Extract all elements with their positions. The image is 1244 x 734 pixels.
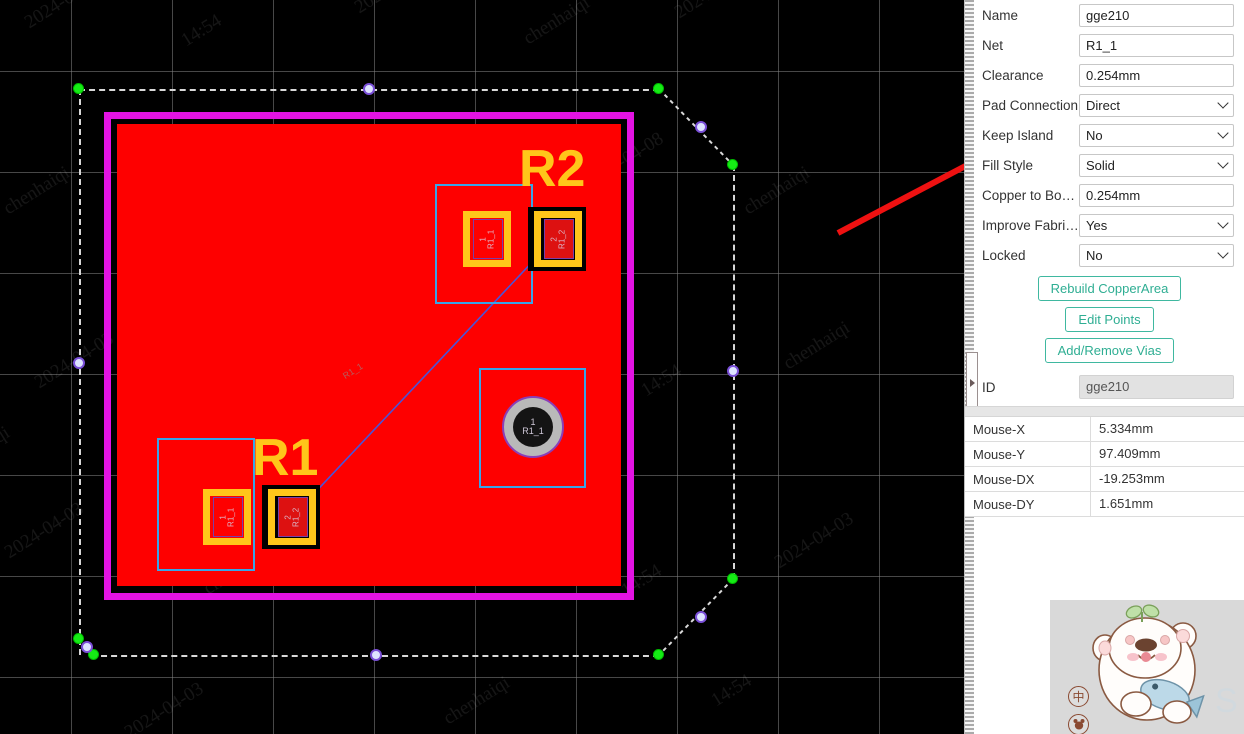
property-label: Name	[982, 7, 1019, 23]
id-row: ID gge210	[974, 371, 1244, 403]
property-label: Locked	[982, 247, 1026, 263]
mouse-info-section: Mouse-X 5.334mm Mouse-Y 97.409mm Mouse-D…	[965, 406, 1244, 517]
property-label: Clearance	[982, 67, 1044, 83]
property-label: Keep Island	[982, 127, 1054, 143]
mouse-x-value: 5.334mm	[1090, 417, 1244, 441]
property-row-locked: Locked No	[974, 240, 1244, 270]
pad-r2-1-label: 1 R1_1	[478, 229, 496, 249]
via-pad-label: 1 R1_1	[513, 407, 553, 447]
pad-r1-2-label: 2 R1_2	[283, 507, 301, 527]
fill-style-select[interactable]: Solid	[1079, 153, 1234, 177]
outline-midpoint[interactable]	[81, 641, 93, 653]
outline-midpoint[interactable]	[695, 611, 707, 623]
mouse-dy-value: 1.651mm	[1090, 492, 1244, 516]
chevron-down-icon	[1217, 157, 1229, 169]
property-row-name: Name gge210	[974, 0, 1244, 30]
mouse-x-row: Mouse-X 5.334mm	[965, 417, 1244, 442]
chevron-down-icon	[1217, 217, 1229, 229]
refdes-r1[interactable]: R1	[252, 432, 318, 484]
section-divider	[965, 406, 1244, 417]
improve-fabrication-select[interactable]: Yes	[1079, 213, 1234, 237]
mouse-dx-row: Mouse-DX -19.253mm	[965, 467, 1244, 492]
net-input[interactable]: R1_1	[1079, 33, 1234, 57]
id-label: ID	[982, 379, 996, 395]
keep-island-value: No	[1086, 127, 1103, 143]
outline-midpoint[interactable]	[695, 121, 707, 133]
property-label: Net	[982, 37, 1004, 53]
mouse-x-label: Mouse-X	[973, 421, 1026, 437]
name-input[interactable]: gge210	[1079, 3, 1234, 27]
ime-status-bar[interactable]: S 中	[1050, 600, 1244, 734]
outline-midpoint[interactable]	[370, 649, 382, 661]
mouse-dx-value: -19.253mm	[1090, 467, 1244, 491]
keep-island-select[interactable]: No	[1079, 123, 1234, 147]
property-row-improve-fabrication: Improve Fabri… Yes	[974, 210, 1244, 240]
outline-vertex[interactable]	[653, 649, 664, 660]
mouse-icon	[1073, 719, 1084, 730]
pad-r1-1-label: 1 R1_1	[218, 507, 236, 527]
id-value: gge210	[1079, 375, 1234, 399]
property-row-pad-connection: Pad Connection Direct	[974, 90, 1244, 120]
property-label: Pad Connection	[982, 97, 1079, 113]
pad-connection-select[interactable]: Direct	[1079, 93, 1234, 117]
chevron-down-icon	[1217, 127, 1229, 139]
property-label: Copper to Bo…	[982, 187, 1076, 203]
locked-select[interactable]: No	[1079, 243, 1234, 267]
refdes-r2[interactable]: R2	[519, 143, 585, 195]
copper-to-board-input[interactable]: 0.254mm	[1079, 183, 1234, 207]
outline-midpoint[interactable]	[363, 83, 375, 95]
outline-vertex[interactable]	[73, 83, 84, 94]
outline-midpoint[interactable]	[727, 365, 739, 377]
ime-skin-button[interactable]	[1068, 714, 1089, 734]
clearance-input[interactable]: 0.254mm	[1079, 63, 1234, 87]
edit-outline-left	[79, 89, 81, 655]
mouse-y-value: 97.409mm	[1090, 442, 1244, 466]
pcb-canvas[interactable]: 2024-04-03 14:54 2024-04-08 chenhaiqi 20…	[0, 0, 964, 734]
chevron-down-icon	[1217, 97, 1229, 109]
pad-r2-2-label: 2 R1_2	[549, 229, 567, 249]
outline-midpoint[interactable]	[73, 357, 85, 369]
svg-text:S: S	[1215, 682, 1238, 720]
property-label: Fill Style	[982, 157, 1034, 173]
via-net: R1_1	[522, 426, 544, 436]
rebuild-copperarea-button[interactable]: Rebuild CopperArea	[1037, 276, 1182, 301]
fill-style-value: Solid	[1086, 157, 1115, 173]
edit-points-button[interactable]: Edit Points	[1065, 307, 1154, 332]
ime-language-label: 中	[1072, 690, 1085, 704]
improve-fabrication-value: Yes	[1086, 217, 1108, 233]
application-window: 2024-04-03 14:54 2024-04-08 chenhaiqi 20…	[0, 0, 1244, 734]
property-list: Name gge210 Net R1_1 Clearance 0.254mm P…	[974, 0, 1244, 403]
property-row-fill-style: Fill Style Solid	[974, 150, 1244, 180]
mouse-dy-row: Mouse-DY 1.651mm	[965, 492, 1244, 517]
mouse-y-row: Mouse-Y 97.409mm	[965, 442, 1244, 467]
mouse-dy-label: Mouse-DY	[973, 496, 1035, 512]
outline-vertex[interactable]	[653, 83, 664, 94]
pad-connection-value: Direct	[1086, 97, 1120, 113]
ime-language-button[interactable]: 中	[1068, 686, 1089, 707]
outline-vertex[interactable]	[727, 573, 738, 584]
mouse-y-label: Mouse-Y	[973, 446, 1026, 462]
property-row-clearance: Clearance 0.254mm	[974, 60, 1244, 90]
locked-value: No	[1086, 247, 1103, 263]
property-row-copper-to-board: Copper to Bo… 0.254mm	[974, 180, 1244, 210]
property-row-keep-island: Keep Island No	[974, 120, 1244, 150]
mouse-dx-label: Mouse-DX	[973, 471, 1035, 487]
chevron-down-icon	[1217, 247, 1229, 259]
add-remove-vias-button[interactable]: Add/Remove Vias	[1044, 338, 1175, 363]
property-row-net: Net R1_1	[974, 30, 1244, 60]
property-label: Improve Fabri…	[982, 217, 1079, 233]
outline-vertex[interactable]	[727, 159, 738, 170]
